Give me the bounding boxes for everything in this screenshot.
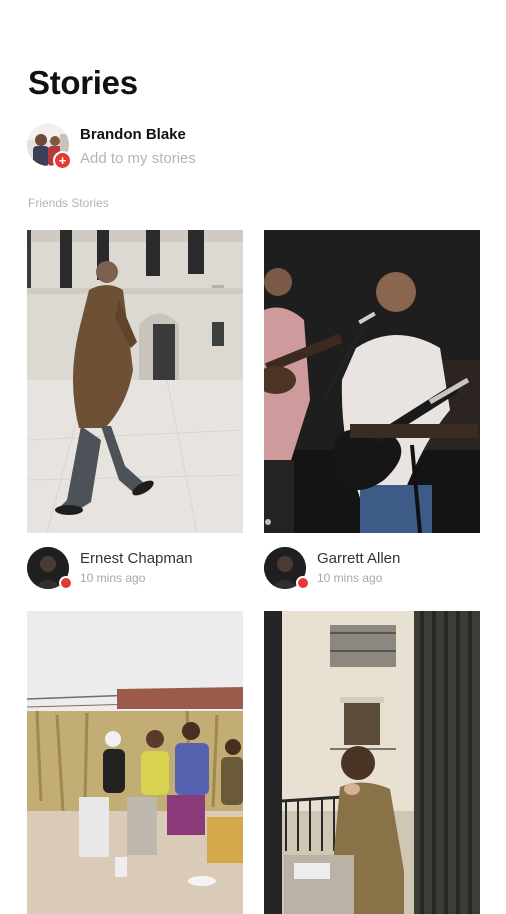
- page-title: Stories: [28, 64, 138, 101]
- story-timestamp: 10 mins ago: [317, 571, 383, 585]
- story-meta-ernest-chapman[interactable]: Ernest Chapman 10 mins ago: [27, 547, 243, 591]
- story-meta-garrett-allen[interactable]: Garrett Allen 10 mins ago: [264, 547, 480, 591]
- story-card-balcony[interactable]: [264, 611, 480, 914]
- friends-stories-label: Friends Stories: [28, 196, 109, 210]
- story-image: [27, 230, 243, 533]
- story-card-group-sitting[interactable]: [27, 611, 243, 914]
- add-my-story-row[interactable]: + Brandon Blake Add to my stories: [27, 124, 327, 170]
- story-card-ernest-chapman[interactable]: [27, 230, 243, 533]
- story-card-garrett-allen[interactable]: [264, 230, 480, 533]
- story-image: [27, 611, 243, 914]
- story-timestamp: 10 mins ago: [80, 571, 146, 585]
- online-status-dot: [296, 576, 310, 590]
- add-to-my-stories-label[interactable]: Add to my stories: [80, 150, 196, 167]
- story-image: [264, 230, 480, 533]
- online-status-dot: [59, 576, 73, 590]
- add-story-icon[interactable]: +: [53, 151, 72, 170]
- user-name: Brandon Blake: [80, 126, 186, 143]
- story-author-name: Ernest Chapman: [80, 550, 193, 567]
- story-image: [264, 611, 480, 914]
- story-author-name: Garrett Allen: [317, 550, 401, 567]
